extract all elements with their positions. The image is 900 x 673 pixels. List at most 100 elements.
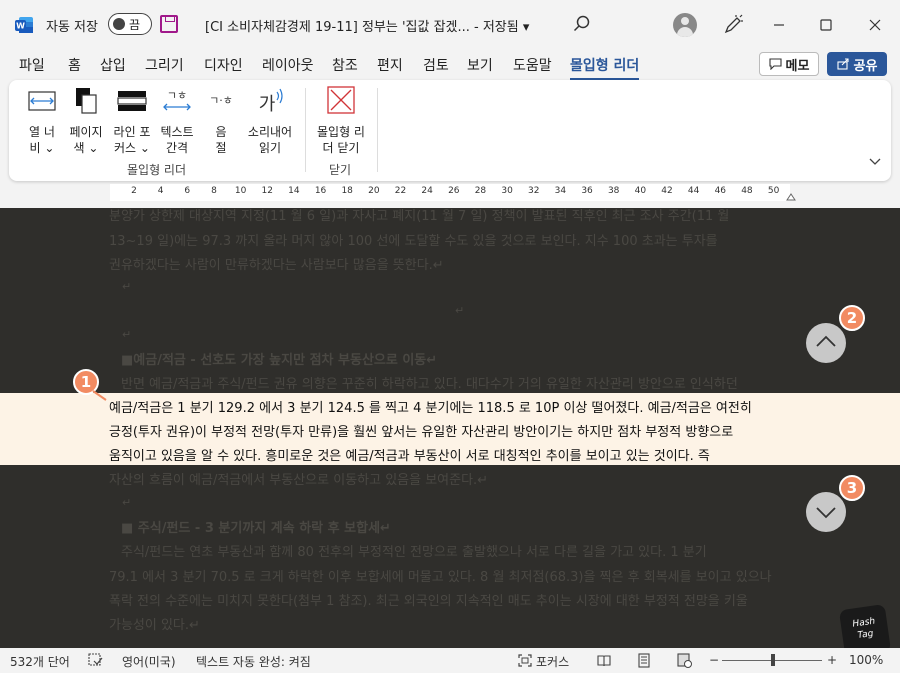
close-reader-line2: 더 닫기 <box>322 141 360 155</box>
zoom-in-button[interactable]: + <box>827 653 837 667</box>
ruler-tick: 16 <box>314 186 327 196</box>
ribbon-collapse-chevron-icon[interactable] <box>869 158 881 166</box>
document-area[interactable]: 분양가 상한제 대상지역 지정(11 월 6 일)과 자사고 폐지(11 월 7… <box>0 208 900 648</box>
svg-text:W: W <box>16 22 25 31</box>
line-focus-icon <box>117 91 147 111</box>
designer-pen-icon[interactable] <box>722 14 744 36</box>
tab-home[interactable]: 홈 <box>68 55 81 75</box>
memo-button[interactable]: 메모 <box>759 52 819 76</box>
doc-line: 자산의 흐름이 예금/적금에서 부동산으로 이동하고 있음을 보여준다.↵ <box>109 473 489 488</box>
close-icon[interactable] <box>864 14 886 36</box>
syllables-line1: 음 <box>215 125 227 139</box>
ruler-tick: 38 <box>607 186 620 196</box>
ruler-tick: 6 <box>184 186 191 196</box>
zoom-level[interactable]: 100% <box>849 653 883 667</box>
column-width-line1: 열 너 <box>29 125 55 139</box>
text-spacing-line2: 간격 <box>165 141 189 155</box>
title-bar: W 자동 저장 끔 [CI 소비자체감경제 19-11] 정부는 '집값 잡겠.… <box>0 0 900 50</box>
ruler-tick: 32 <box>528 186 540 196</box>
minimize-icon[interactable] <box>768 14 790 36</box>
focus-line: 긍정(투자 권유)이 부정적 전망(투자 만류)을 훨씬 앞서는 유일한 자산관… <box>109 425 734 440</box>
ruler-tick: 46 <box>714 186 727 196</box>
ruler-tick: 44 <box>687 186 700 196</box>
tab-help[interactable]: 도움말 <box>513 55 552 75</box>
annotation-badge-2: 2 <box>839 305 865 331</box>
ruler-tick: 40 <box>634 186 647 196</box>
syllables-line2: 절 <box>215 141 227 155</box>
tab-references[interactable]: 참조 <box>332 55 358 75</box>
ruler-tick: 10 <box>234 186 247 196</box>
focus-line: 예금/적금은 1 분기 129.2 에서 3 분기 124.5 를 찍고 4 분… <box>109 401 752 416</box>
tab-layout[interactable]: 레이아웃 <box>262 55 314 75</box>
read-aloud-icon: 가 <box>259 88 283 115</box>
ruler-tick: 22 <box>394 186 407 196</box>
column-width-button[interactable]: 열 너 비 ⌄ <box>21 86 63 156</box>
annotation-badge-3: 3 <box>839 475 865 501</box>
text-spacing-glyph: ㄱㅎ <box>167 89 187 102</box>
ruler-tick: 36 <box>581 186 593 196</box>
section-heading: ■ 주식/펀드 - 3 분기까지 계속 하락 후 보합세↵ <box>121 521 391 536</box>
paragraph-mark: ↵ <box>122 496 132 509</box>
toggle-knob <box>113 18 125 30</box>
comment-icon <box>768 58 782 70</box>
doc-line: 반면 예금/적금과 주식/펀드 권유 의향은 꾸준히 하락하고 있다. 대다수가… <box>121 377 738 392</box>
ruler-tick: 34 <box>554 186 567 196</box>
document-title[interactable]: [CI 소비자체감경제 19-11] 정부는 '집값 잡겠... <box>205 16 470 35</box>
read-aloud-button[interactable]: 가 소리내어 읽기 <box>243 86 297 156</box>
tab-immersive-reader[interactable]: 몰입형 리더 <box>570 55 640 80</box>
line-focus-line1: 라인 포 <box>113 125 151 139</box>
paragraph-mark: ↵ <box>122 328 132 341</box>
page-color-button[interactable]: 페이지 색 ⌄ <box>66 86 106 156</box>
proofing-icon[interactable] <box>88 653 103 667</box>
memo-label: 메모 <box>785 58 810 74</box>
close-immersive-reader-button[interactable]: 몰입형 리 더 닫기 <box>309 86 373 156</box>
ruler-right-indent-icon[interactable] <box>786 192 796 201</box>
annotation-pointer-1 <box>92 390 107 401</box>
column-width-icon <box>28 91 56 111</box>
autocomplete-status[interactable]: 텍스트 자동 완성: 켜짐 <box>196 653 311 670</box>
read-aloud-line2: 읽기 <box>258 141 282 155</box>
line-focus-button[interactable]: 라인 포 커스 ⌄ <box>109 86 155 156</box>
ruler-tick: 8 <box>211 186 217 196</box>
syllables-icon: ㄱ·ㅎ <box>209 94 233 107</box>
doc-line: 권유하겠다는 사람이 만류하겠다는 사람보다 많음을 뜻한다.↵ <box>109 258 444 273</box>
focus-mode-icon[interactable] <box>518 654 532 667</box>
print-layout-icon[interactable] <box>638 653 650 668</box>
line-down-button[interactable] <box>806 492 846 532</box>
ruler-tick: 48 <box>741 186 753 196</box>
text-spacing-icon: ㄱㅎ <box>163 89 191 111</box>
text-spacing-button[interactable]: ㄱㅎ 텍스트 간격 <box>157 86 197 156</box>
read-mode-icon[interactable] <box>597 654 611 667</box>
section-heading: ■예금/적금 - 선호도 가장 높지만 점차 부동산으로 이동↵ <box>121 353 438 368</box>
syllables-button[interactable]: ㄱ·ㅎ 음 절 <box>201 86 241 156</box>
search-icon[interactable] <box>572 14 592 34</box>
web-layout-icon[interactable] <box>677 653 692 668</box>
read-aloud-line1: 소리내어 <box>247 125 293 139</box>
share-button[interactable]: 공유 <box>827 52 887 76</box>
tab-insert[interactable]: 삽입 <box>100 55 126 75</box>
tab-draw[interactable]: 그리기 <box>145 55 184 75</box>
line-up-button[interactable] <box>806 323 846 363</box>
save-status[interactable]: - 저장됨 ▾ <box>474 16 529 35</box>
save-icon[interactable] <box>160 15 178 33</box>
autosave-toggle[interactable]: 끔 <box>108 13 152 35</box>
tab-view[interactable]: 보기 <box>467 55 493 75</box>
page-color-icon <box>76 88 97 114</box>
tab-design[interactable]: 디자인 <box>204 55 243 75</box>
word-count[interactable]: 532개 단어 <box>10 653 70 670</box>
tab-file[interactable]: 파일 <box>19 55 45 75</box>
avatar[interactable] <box>673 13 697 37</box>
tab-mailings[interactable]: 편지 <box>377 55 403 75</box>
autosave-label: 자동 저장 <box>46 20 98 35</box>
group-label-immersive: 몰입형 리더 <box>127 163 187 177</box>
language-status[interactable]: 영어(미국) <box>122 653 176 670</box>
page-color-line2: 색 ⌄ <box>73 141 99 155</box>
zoom-slider-thumb[interactable] <box>771 654 775 666</box>
doc-line: 79.1 에서 3 분기 70.5 로 크게 하락한 이후 보합세에 머물고 있… <box>109 570 772 585</box>
focus-label[interactable]: 포커스 <box>536 653 569 670</box>
group-label-close: 닫기 <box>329 163 352 177</box>
zoom-out-button[interactable]: − <box>709 653 719 667</box>
maximize-icon[interactable] <box>815 14 837 36</box>
tab-review[interactable]: 검토 <box>423 55 449 75</box>
read-aloud-glyph: 가 <box>259 94 276 115</box>
